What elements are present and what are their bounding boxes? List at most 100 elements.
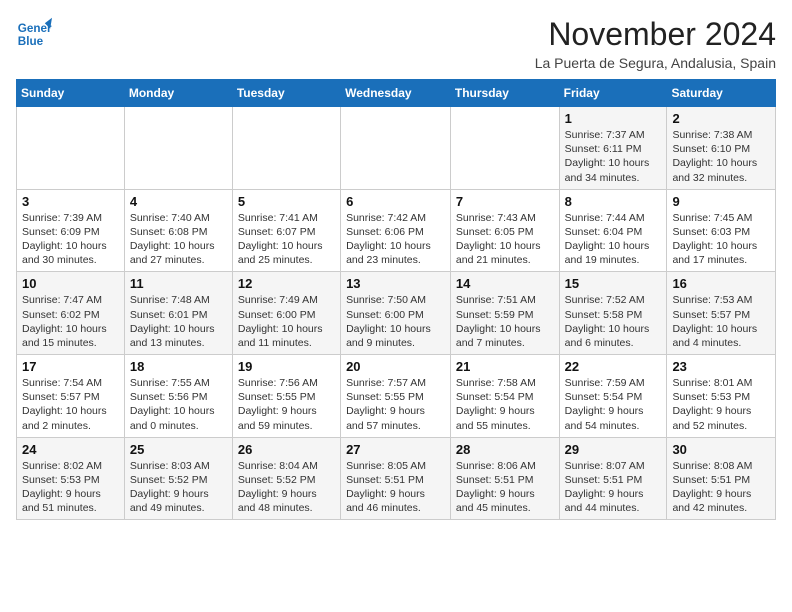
cell-info-text: Sunrise: 7:53 AM Sunset: 5:57 PM Dayligh… [672, 293, 770, 350]
calendar-cell: 7 Sunrise: 7:43 AM Sunset: 6:05 PM Daylig… [450, 189, 559, 272]
cell-day-number: 9 [672, 194, 770, 209]
cell-info-text: Sunrise: 7:42 AM Sunset: 6:06 PM Dayligh… [346, 211, 445, 268]
cell-day-number: 19 [238, 359, 335, 374]
cell-info-text: Sunrise: 8:03 AM Sunset: 5:52 PM Dayligh… [130, 459, 227, 516]
calendar-cell [232, 107, 340, 190]
calendar-cell: 15 Sunrise: 7:52 AM Sunset: 5:58 PM Dayli… [559, 272, 667, 355]
calendar-cell: 25 Sunrise: 8:03 AM Sunset: 5:52 PM Dayli… [124, 437, 232, 520]
cell-day-number: 12 [238, 276, 335, 291]
cell-info-text: Sunrise: 7:54 AM Sunset: 5:57 PM Dayligh… [22, 376, 119, 433]
calendar-cell: 20 Sunrise: 7:57 AM Sunset: 5:55 PM Dayli… [341, 355, 451, 438]
calendar-week-4: 24 Sunrise: 8:02 AM Sunset: 5:53 PM Dayli… [17, 437, 776, 520]
weekday-header-wednesday: Wednesday [341, 80, 451, 107]
calendar-body: 1Sunrise: 7:37 AM Sunset: 6:11 PM Daylig… [17, 107, 776, 520]
cell-info-text: Sunrise: 7:45 AM Sunset: 6:03 PM Dayligh… [672, 211, 770, 268]
calendar-cell: 29Sunrise: 8:07 AM Sunset: 5:51 PM Dayli… [559, 437, 667, 520]
cell-info-text: Sunrise: 8:08 AM Sunset: 5:51 PM Dayligh… [672, 459, 770, 516]
calendar-cell: 12 Sunrise: 7:49 AM Sunset: 6:00 PM Dayli… [232, 272, 340, 355]
weekday-header-friday: Friday [559, 80, 667, 107]
weekday-header-tuesday: Tuesday [232, 80, 340, 107]
cell-info-text: Sunrise: 8:05 AM Sunset: 5:51 PM Dayligh… [346, 459, 445, 516]
weekday-header-saturday: Saturday [667, 80, 776, 107]
calendar-cell: 13 Sunrise: 7:50 AM Sunset: 6:00 PM Dayli… [341, 272, 451, 355]
calendar-week-2: 10Sunrise: 7:47 AM Sunset: 6:02 PM Dayli… [17, 272, 776, 355]
calendar-cell: 9 Sunrise: 7:45 AM Sunset: 6:03 PM Daylig… [667, 189, 776, 272]
calendar-cell: 27 Sunrise: 8:05 AM Sunset: 5:51 PM Dayli… [341, 437, 451, 520]
cell-info-text: Sunrise: 7:52 AM Sunset: 5:58 PM Dayligh… [565, 293, 662, 350]
cell-info-text: Sunrise: 7:57 AM Sunset: 5:55 PM Dayligh… [346, 376, 445, 433]
weekday-header-monday: Monday [124, 80, 232, 107]
cell-day-number: 24 [22, 442, 119, 457]
cell-day-number: 1 [565, 111, 662, 126]
cell-info-text: Sunrise: 8:04 AM Sunset: 5:52 PM Dayligh… [238, 459, 335, 516]
cell-day-number: 20 [346, 359, 445, 374]
cell-info-text: Sunrise: 8:07 AM Sunset: 5:51 PM Dayligh… [565, 459, 662, 516]
svg-text:Blue: Blue [18, 35, 44, 48]
cell-info-text: Sunrise: 7:51 AM Sunset: 5:59 PM Dayligh… [456, 293, 554, 350]
cell-day-number: 25 [130, 442, 227, 457]
calendar-cell: 19 Sunrise: 7:56 AM Sunset: 5:55 PM Dayli… [232, 355, 340, 438]
cell-info-text: Sunrise: 7:38 AM Sunset: 6:10 PM Dayligh… [672, 128, 770, 185]
calendar-cell: 28 Sunrise: 8:06 AM Sunset: 5:51 PM Dayli… [450, 437, 559, 520]
cell-day-number: 27 [346, 442, 445, 457]
cell-info-text: Sunrise: 7:49 AM Sunset: 6:00 PM Dayligh… [238, 293, 335, 350]
logo: General Blue [16, 16, 52, 52]
calendar-cell [17, 107, 125, 190]
cell-day-number: 21 [456, 359, 554, 374]
cell-day-number: 3 [22, 194, 119, 209]
cell-day-number: 7 [456, 194, 554, 209]
calendar-header: SundayMondayTuesdayWednesdayThursdayFrid… [17, 80, 776, 107]
cell-info-text: Sunrise: 7:56 AM Sunset: 5:55 PM Dayligh… [238, 376, 335, 433]
header: General Blue November 2024 La Puerta de … [16, 16, 776, 71]
calendar-cell: 11 Sunrise: 7:48 AM Sunset: 6:01 PM Dayli… [124, 272, 232, 355]
cell-info-text: Sunrise: 8:01 AM Sunset: 5:53 PM Dayligh… [672, 376, 770, 433]
calendar-cell [124, 107, 232, 190]
cell-day-number: 23 [672, 359, 770, 374]
calendar-week-3: 17Sunrise: 7:54 AM Sunset: 5:57 PM Dayli… [17, 355, 776, 438]
cell-day-number: 15 [565, 276, 662, 291]
cell-info-text: Sunrise: 7:39 AM Sunset: 6:09 PM Dayligh… [22, 211, 119, 268]
cell-info-text: Sunrise: 8:02 AM Sunset: 5:53 PM Dayligh… [22, 459, 119, 516]
cell-day-number: 5 [238, 194, 335, 209]
calendar-cell: 16Sunrise: 7:53 AM Sunset: 5:57 PM Dayli… [667, 272, 776, 355]
calendar-cell: 24 Sunrise: 8:02 AM Sunset: 5:53 PM Dayli… [17, 437, 125, 520]
calendar-table: SundayMondayTuesdayWednesdayThursdayFrid… [16, 79, 776, 520]
calendar-cell: 26 Sunrise: 8:04 AM Sunset: 5:52 PM Dayli… [232, 437, 340, 520]
cell-info-text: Sunrise: 7:41 AM Sunset: 6:07 PM Dayligh… [238, 211, 335, 268]
cell-day-number: 6 [346, 194, 445, 209]
cell-info-text: Sunrise: 7:48 AM Sunset: 6:01 PM Dayligh… [130, 293, 227, 350]
cell-day-number: 26 [238, 442, 335, 457]
cell-day-number: 28 [456, 442, 554, 457]
calendar-cell: 2 Sunrise: 7:38 AM Sunset: 6:10 PM Daylig… [667, 107, 776, 190]
cell-day-number: 30 [672, 442, 770, 457]
cell-info-text: Sunrise: 7:59 AM Sunset: 5:54 PM Dayligh… [565, 376, 662, 433]
title-area: November 2024 La Puerta de Segura, Andal… [535, 16, 776, 71]
weekday-header-thursday: Thursday [450, 80, 559, 107]
calendar-cell: 5 Sunrise: 7:41 AM Sunset: 6:07 PM Daylig… [232, 189, 340, 272]
cell-info-text: Sunrise: 7:58 AM Sunset: 5:54 PM Dayligh… [456, 376, 554, 433]
cell-info-text: Sunrise: 7:55 AM Sunset: 5:56 PM Dayligh… [130, 376, 227, 433]
cell-day-number: 14 [456, 276, 554, 291]
calendar-week-0: 1Sunrise: 7:37 AM Sunset: 6:11 PM Daylig… [17, 107, 776, 190]
cell-day-number: 13 [346, 276, 445, 291]
calendar-cell: 18Sunrise: 7:55 AM Sunset: 5:56 PM Dayli… [124, 355, 232, 438]
calendar-cell: 6 Sunrise: 7:42 AM Sunset: 6:06 PM Daylig… [341, 189, 451, 272]
calendar-cell: 21 Sunrise: 7:58 AM Sunset: 5:54 PM Dayli… [450, 355, 559, 438]
calendar-cell: 14 Sunrise: 7:51 AM Sunset: 5:59 PM Dayli… [450, 272, 559, 355]
calendar-cell [450, 107, 559, 190]
cell-day-number: 10 [22, 276, 119, 291]
cell-day-number: 11 [130, 276, 227, 291]
calendar-week-1: 3 Sunrise: 7:39 AM Sunset: 6:09 PM Daylig… [17, 189, 776, 272]
calendar-cell: 17Sunrise: 7:54 AM Sunset: 5:57 PM Dayli… [17, 355, 125, 438]
cell-info-text: Sunrise: 7:40 AM Sunset: 6:08 PM Dayligh… [130, 211, 227, 268]
calendar-cell: 30 Sunrise: 8:08 AM Sunset: 5:51 PM Dayli… [667, 437, 776, 520]
cell-info-text: Sunrise: 8:06 AM Sunset: 5:51 PM Dayligh… [456, 459, 554, 516]
cell-info-text: Sunrise: 7:50 AM Sunset: 6:00 PM Dayligh… [346, 293, 445, 350]
calendar-cell: 1Sunrise: 7:37 AM Sunset: 6:11 PM Daylig… [559, 107, 667, 190]
calendar-cell: 10Sunrise: 7:47 AM Sunset: 6:02 PM Dayli… [17, 272, 125, 355]
weekday-header-row: SundayMondayTuesdayWednesdayThursdayFrid… [17, 80, 776, 107]
logo-icon: General Blue [16, 16, 52, 52]
calendar-cell: 4Sunrise: 7:40 AM Sunset: 6:08 PM Daylig… [124, 189, 232, 272]
cell-day-number: 2 [672, 111, 770, 126]
cell-info-text: Sunrise: 7:43 AM Sunset: 6:05 PM Dayligh… [456, 211, 554, 268]
